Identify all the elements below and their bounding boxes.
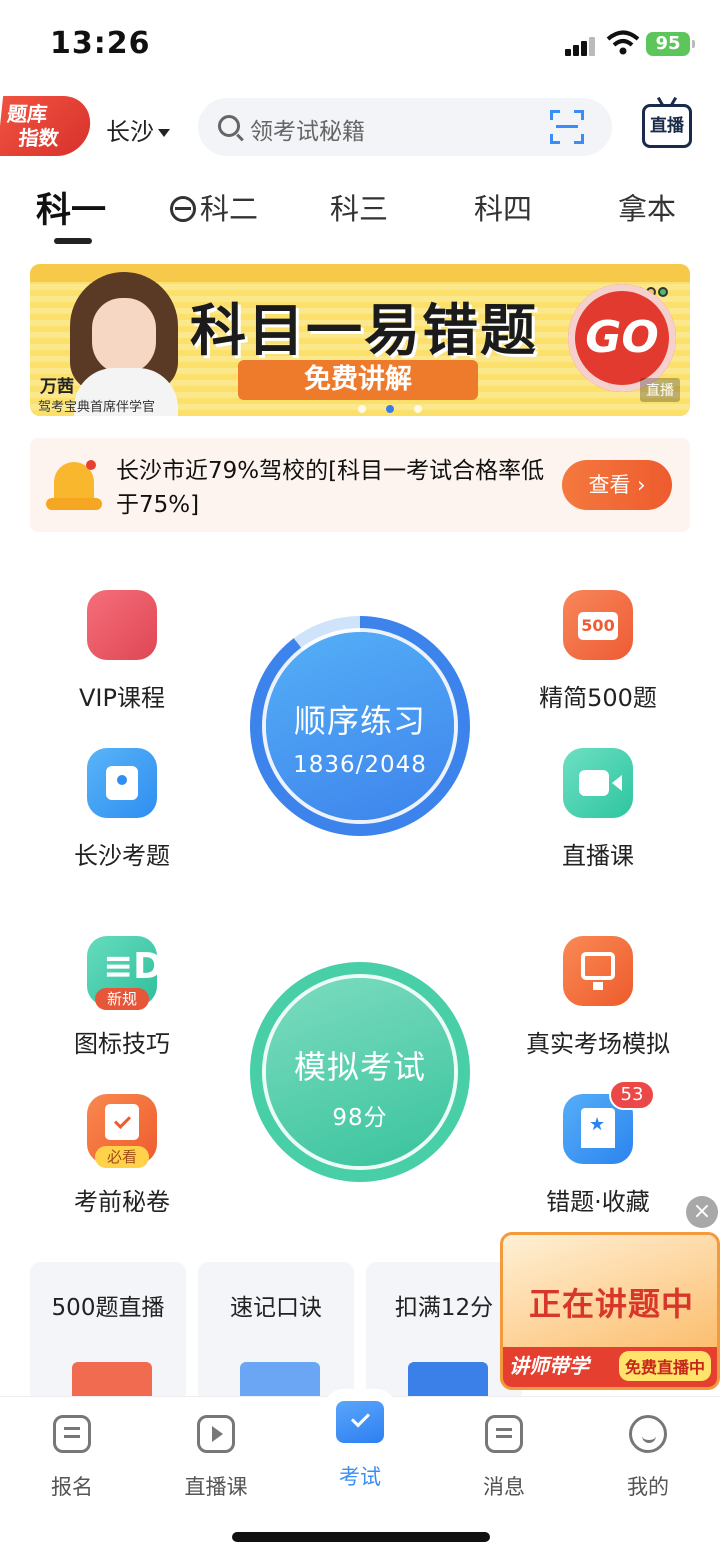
- mock-exam-button[interactable]: 模拟考试 98分: [250, 962, 470, 1182]
- promo-main-text: 正在讲题中: [529, 1285, 695, 1323]
- card-500-live[interactable]: 500题直播: [30, 1262, 186, 1402]
- banner-live-tag: 直播: [640, 378, 680, 402]
- active-tab-indicator: [54, 238, 92, 244]
- tab-subject-1[interactable]: 科一: [36, 182, 106, 233]
- caret-down-icon: [158, 129, 170, 137]
- card-title: 速记口诀: [230, 1295, 322, 1321]
- message-icon: [485, 1415, 523, 1453]
- document-icon: [53, 1415, 91, 1453]
- feature-label: 精简500题: [539, 684, 657, 712]
- card-title: 500题直播: [51, 1295, 165, 1321]
- feature-wrong-favorites[interactable]: 53 错题·收藏: [498, 1080, 698, 1217]
- banner-subtitle: 免费讲解: [238, 360, 478, 400]
- promo-banner[interactable]: 万茜 驾考宝典首席伴学官 科目一易错题 免费讲解 GO 直播: [30, 264, 690, 416]
- search-placeholder: 领考试秘籍: [250, 119, 365, 145]
- practice-title: 顺序练习: [293, 702, 426, 740]
- tab-get-license[interactable]: 拿本: [618, 186, 676, 228]
- city-label: 长沙: [106, 118, 154, 146]
- question-bank-index-logo[interactable]: 题库 指数: [0, 96, 94, 156]
- tabbar-signup[interactable]: 报名: [22, 1415, 122, 1501]
- monitor-icon: [563, 936, 633, 1006]
- tab-subject-2-label: 科二: [200, 192, 259, 226]
- feature-icon-tips[interactable]: ≡D 新规 图标技巧: [22, 936, 222, 1059]
- new-rules-badge: 新规: [95, 988, 149, 1010]
- tabbar-live-course[interactable]: 直播课: [166, 1415, 266, 1501]
- tabbar-exam[interactable]: 考试: [310, 1401, 410, 1491]
- pass-rate-notice[interactable]: 长沙市近79%驾校的[科目一考试合格率低于75%] 查看 ›: [30, 438, 690, 532]
- logo-line-1: 题库: [6, 102, 49, 126]
- card-title: 扣满12分: [394, 1295, 494, 1321]
- tabbar-mine[interactable]: 我的: [598, 1415, 698, 1501]
- feature-label: 直播课: [562, 842, 634, 870]
- mock-title: 模拟考试: [293, 1048, 426, 1086]
- view-button[interactable]: 查看 ›: [562, 460, 672, 510]
- practice-progress: 1836/2048: [293, 752, 427, 778]
- icon-tips-icon: ≡D 新规: [87, 936, 163, 1010]
- 500-questions-icon: 500: [563, 590, 633, 660]
- status-time: 13:26: [50, 26, 151, 61]
- card-quick-memory[interactable]: 速记口诀: [198, 1262, 354, 1402]
- tv-icon: [197, 1415, 235, 1453]
- promo-left-text: 讲师带学: [509, 1354, 589, 1378]
- feature-simple-500[interactable]: 500 精简500题: [498, 590, 698, 713]
- wifi-icon: [606, 30, 640, 55]
- host-title: 驾考宝典首席伴学官: [38, 400, 156, 415]
- clipboard-check-icon: 必看: [87, 1094, 157, 1168]
- feature-label: 错题·收藏: [546, 1188, 650, 1216]
- signal-icon: [565, 36, 599, 56]
- feature-real-exam-sim[interactable]: 真实考场模拟: [498, 936, 698, 1059]
- home-indicator: [232, 1532, 490, 1542]
- logo-line-2: 指数: [17, 126, 60, 150]
- status-bar: 13:26 95: [0, 0, 720, 88]
- feature-pre-exam-secret[interactable]: 必看 考前秘卷: [22, 1094, 222, 1217]
- tab-subject-3[interactable]: 科三: [330, 186, 388, 228]
- profile-icon: [629, 1415, 667, 1453]
- tab-subject-2[interactable]: 科二: [170, 186, 258, 228]
- bell-icon: [42, 454, 106, 518]
- city-selector[interactable]: 长沙: [106, 112, 170, 147]
- notice-text: 长沙市近79%驾校的[科目一考试合格率低于75%]: [116, 458, 545, 518]
- feature-live-course[interactable]: 直播课: [498, 748, 698, 871]
- host-portrait: [64, 272, 184, 416]
- exam-icon: [336, 1401, 384, 1443]
- live-tv-button[interactable]: 直播: [642, 104, 692, 148]
- search-bar[interactable]: 领考试秘籍: [198, 98, 612, 156]
- must-see-badge: 必看: [95, 1146, 149, 1168]
- search-icon: [218, 115, 240, 137]
- video-camera-icon: [563, 748, 633, 818]
- sequential-practice-button[interactable]: 顺序练习 1836/2048: [250, 616, 470, 836]
- scan-icon[interactable]: [550, 110, 584, 144]
- feature-label: VIP课程: [79, 684, 165, 712]
- banner-title: 科目一易错题: [190, 299, 538, 364]
- bookmark-star-icon: 53: [563, 1080, 655, 1164]
- promo-live-badge: 免费直播中: [618, 1351, 711, 1381]
- close-icon[interactable]: ×: [686, 1196, 718, 1228]
- location-icon: [87, 748, 157, 818]
- host-name: 万茜: [40, 377, 74, 397]
- live-lecture-floating-ad[interactable]: 正在讲题中 讲师带学 免费直播中: [500, 1232, 720, 1390]
- feature-local-questions[interactable]: 长沙考题: [22, 748, 222, 871]
- card-12-points[interactable]: 扣满12分: [366, 1262, 522, 1402]
- steering-wheel-icon: [170, 196, 196, 222]
- go-button[interactable]: GO: [568, 284, 676, 392]
- tabbar-messages[interactable]: 消息: [454, 1415, 554, 1501]
- vip-icon: [87, 590, 157, 660]
- feature-label: 真实考场模拟: [526, 1030, 670, 1058]
- banner-pager: [348, 398, 432, 416]
- feature-label: 考前秘卷: [74, 1188, 170, 1216]
- feature-vip-course[interactable]: VIP课程: [22, 590, 222, 713]
- feature-label: 长沙考题: [74, 842, 170, 870]
- battery-icon: 95: [646, 32, 695, 56]
- tab-subject-4[interactable]: 科四: [474, 186, 532, 228]
- subject-tabs: 科一 科二 科三 科四 拿本: [0, 178, 720, 248]
- feature-label: 图标技巧: [74, 1030, 170, 1058]
- mock-score: 98分: [332, 1105, 388, 1131]
- wrong-count-badge: 53: [609, 1080, 655, 1110]
